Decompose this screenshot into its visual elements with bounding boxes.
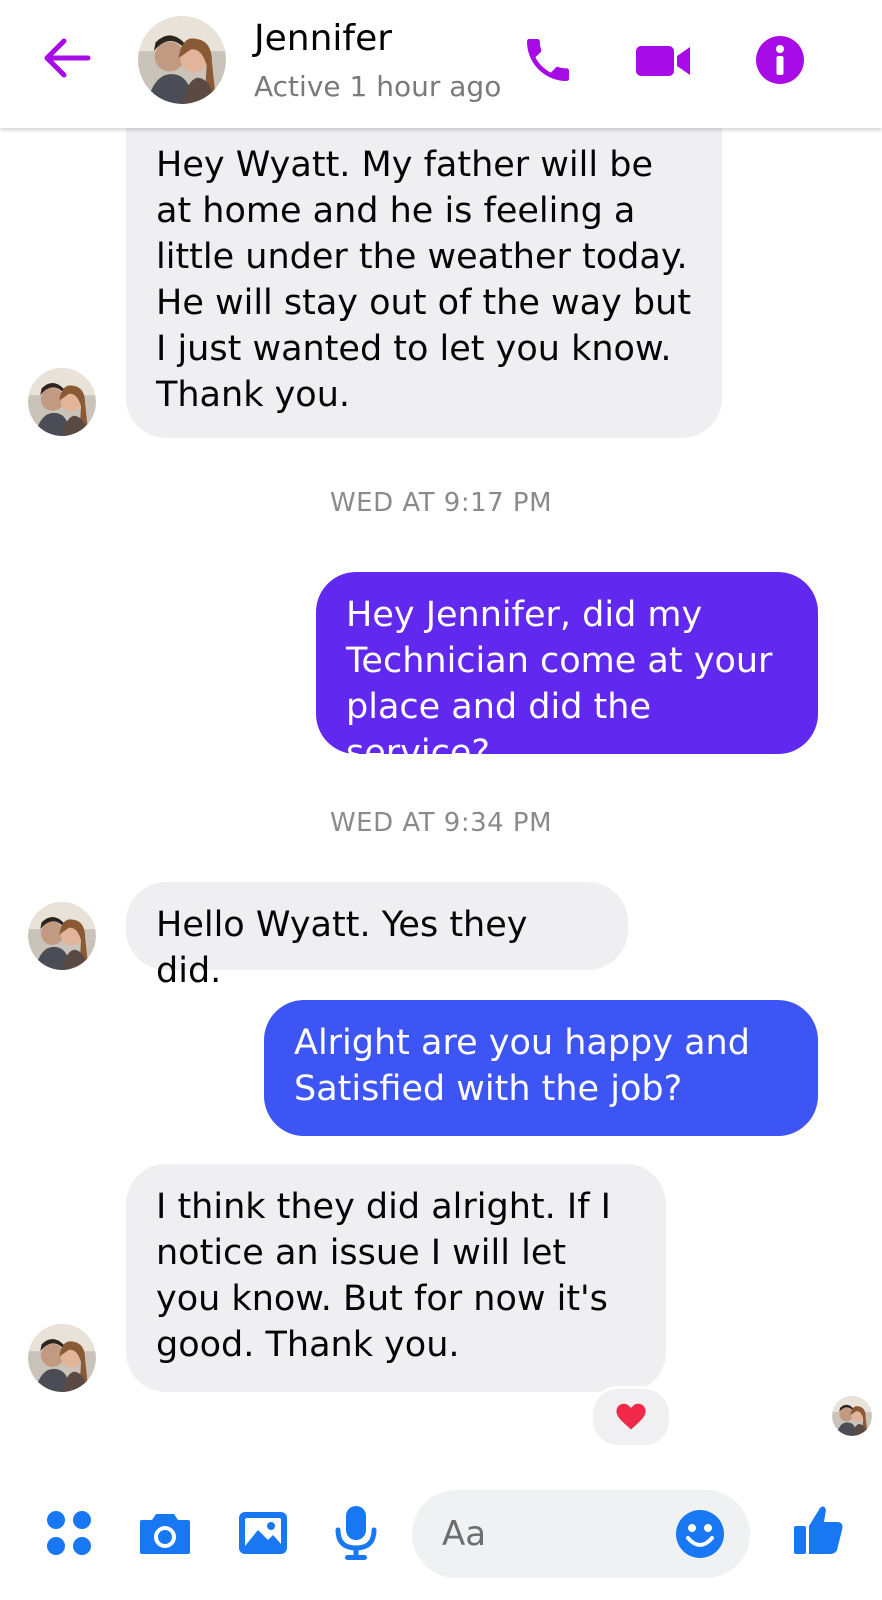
sender-avatar <box>28 368 96 436</box>
message-input-field[interactable] <box>412 1490 750 1578</box>
call-button[interactable] <box>520 32 576 88</box>
heart-icon <box>613 1399 649 1435</box>
incoming-message[interactable]: I think they did alright. If I notice an… <box>126 1164 666 1392</box>
incoming-message[interactable]: Hey Wyatt. My father will be at home and… <box>126 120 722 438</box>
thumbs-up-icon <box>790 1506 846 1562</box>
message-composer <box>0 1480 882 1600</box>
gallery-button[interactable] <box>236 1508 290 1562</box>
more-actions-button[interactable] <box>44 1508 94 1562</box>
smiley-icon <box>674 1510 726 1564</box>
arrow-left-icon <box>40 38 92 84</box>
contact-name: Jennifer <box>254 18 393 59</box>
seen-indicator-avatar <box>832 1396 872 1436</box>
video-call-button[interactable] <box>632 32 696 88</box>
video-camera-icon <box>632 46 696 92</box>
contact-avatar[interactable] <box>138 16 226 104</box>
four-dots-icon <box>44 1511 94 1562</box>
sender-avatar <box>28 1324 96 1392</box>
camera-button[interactable] <box>138 1508 192 1562</box>
voice-message-button[interactable] <box>334 1504 378 1566</box>
back-button[interactable] <box>40 36 92 80</box>
message-timestamp: WED AT 9:17 PM <box>329 488 553 518</box>
incoming-message[interactable]: Hello Wyatt. Yes they did. <box>126 882 628 991</box>
info-button[interactable] <box>752 32 808 88</box>
outgoing-message[interactable]: Hey Jennifer, did my Technician come at … <box>316 572 818 773</box>
emoji-button[interactable] <box>674 1508 726 1564</box>
conversation-header: Jennifer Active 1 hour ago <box>0 0 882 128</box>
camera-icon <box>138 1514 192 1562</box>
microphone-icon <box>334 1506 378 1566</box>
image-icon <box>236 1512 290 1562</box>
like-button[interactable] <box>790 1502 846 1562</box>
message-timestamp: WED AT 9:34 PM <box>329 808 553 838</box>
phone-icon <box>520 39 576 92</box>
info-icon <box>752 36 808 92</box>
sender-avatar <box>28 902 96 970</box>
message-reaction[interactable] <box>590 1386 672 1448</box>
outgoing-message[interactable]: Alright are you happy and Satisfied with… <box>264 1000 818 1136</box>
message-input[interactable] <box>442 1490 662 1578</box>
active-status: Active 1 hour ago <box>254 70 502 103</box>
